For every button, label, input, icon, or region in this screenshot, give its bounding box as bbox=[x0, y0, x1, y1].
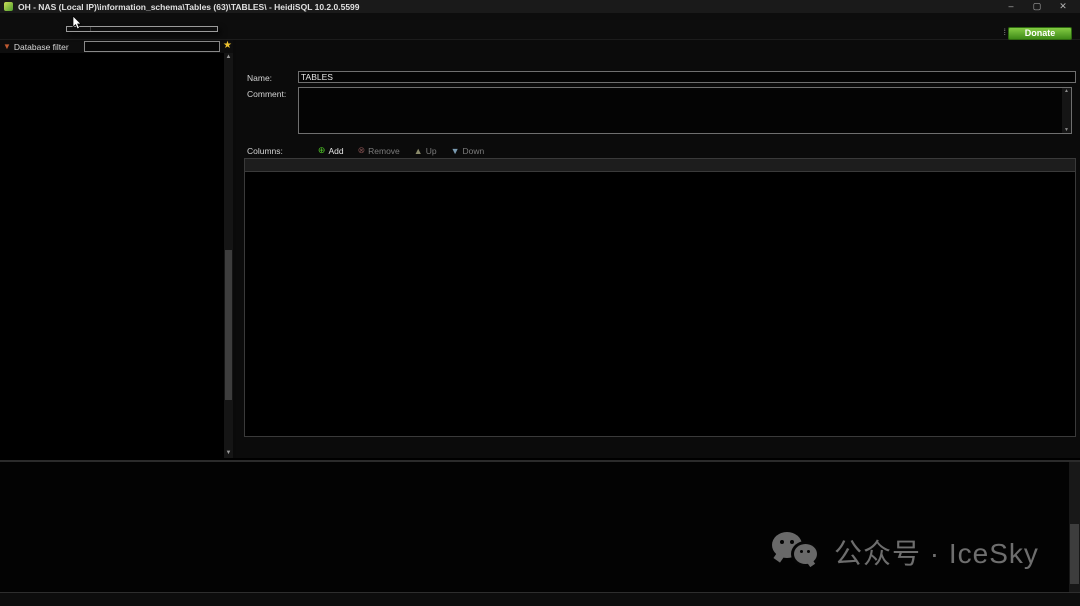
donate-grip-icon: ⁞ bbox=[1003, 27, 1006, 38]
close-button[interactable]: ✕ bbox=[1050, 0, 1076, 13]
scroll-up-icon[interactable]: ▲ bbox=[224, 53, 233, 62]
minimize-button[interactable]: – bbox=[998, 0, 1024, 13]
table-designer-panel: Name: Comment: ▲ ▼ Columns: ⊕ Add ⊗ Remo… bbox=[236, 40, 1080, 458]
database-filter-bar: ▼ Database filter ★ bbox=[0, 40, 233, 53]
up-arrow-icon: ▲ bbox=[414, 146, 423, 156]
database-filter-label: Database filter bbox=[14, 42, 69, 52]
scroll-down-icon[interactable]: ▼ bbox=[1062, 127, 1071, 133]
scroll-up-icon[interactable]: ▲ bbox=[1062, 88, 1071, 94]
remove-icon: ⊗ bbox=[358, 145, 366, 156]
watermark-text: 公众号 · IceSky bbox=[834, 532, 1039, 572]
table-comment-textarea[interactable]: ▲ ▼ bbox=[298, 87, 1072, 134]
scroll-down-icon[interactable]: ▼ bbox=[224, 449, 233, 458]
sql-log-scrollbar[interactable] bbox=[1069, 462, 1080, 592]
columns-grid bbox=[244, 158, 1076, 437]
tree-scrollbar-thumb[interactable] bbox=[225, 250, 232, 400]
down-arrow-icon: ▼ bbox=[451, 146, 460, 156]
menu-bar bbox=[0, 13, 1080, 26]
window-controls: –▢✕ bbox=[998, 0, 1080, 13]
comment-scrollbar[interactable]: ▲ ▼ bbox=[1062, 88, 1071, 133]
columns-toolbar: Columns: ⊕ Add ⊗ Remove ▲ Up ▼ Down bbox=[236, 144, 1080, 157]
tree-scrollbar[interactable]: ▲ ▼ bbox=[224, 53, 233, 458]
heidisql-window: OH - NAS (Local IP)\information_schema\T… bbox=[0, 0, 1080, 606]
watermark: 公众号 · IceSky bbox=[772, 527, 1039, 577]
mouse-cursor bbox=[72, 16, 82, 30]
maximize-button[interactable]: ▢ bbox=[1024, 0, 1050, 13]
comment-label: Comment: bbox=[247, 89, 286, 99]
columns-label: Columns: bbox=[247, 146, 283, 156]
table-filter-input[interactable] bbox=[84, 41, 220, 52]
filter-funnel-icon: ▼ bbox=[3, 42, 11, 51]
remove-column-button[interactable]: ⊗ Remove bbox=[358, 145, 400, 156]
add-column-button[interactable]: ⊕ Add bbox=[318, 145, 344, 156]
favorites-star-icon[interactable]: ★ bbox=[223, 40, 232, 51]
donate-button[interactable]: Donate bbox=[1008, 27, 1072, 40]
move-down-button[interactable]: ▼ Down bbox=[451, 146, 485, 156]
move-up-button[interactable]: ▲ Up bbox=[414, 146, 437, 156]
window-title: OH - NAS (Local IP)\information_schema\T… bbox=[18, 2, 360, 12]
table-name-input[interactable] bbox=[298, 71, 1076, 83]
status-bar bbox=[0, 592, 1080, 606]
name-label: Name: bbox=[247, 73, 272, 83]
database-tree-panel: ▼ Database filter ★ ▲ ▼ bbox=[0, 40, 233, 458]
add-icon: ⊕ bbox=[318, 145, 326, 156]
app-icon bbox=[4, 2, 13, 11]
title-bar[interactable]: OH - NAS (Local IP)\information_schema\T… bbox=[0, 0, 1080, 13]
sql-log-scrollbar-thumb[interactable] bbox=[1070, 524, 1079, 584]
tools-menu bbox=[66, 26, 218, 32]
database-object-tree bbox=[0, 53, 224, 458]
wechat-icon bbox=[772, 531, 820, 573]
